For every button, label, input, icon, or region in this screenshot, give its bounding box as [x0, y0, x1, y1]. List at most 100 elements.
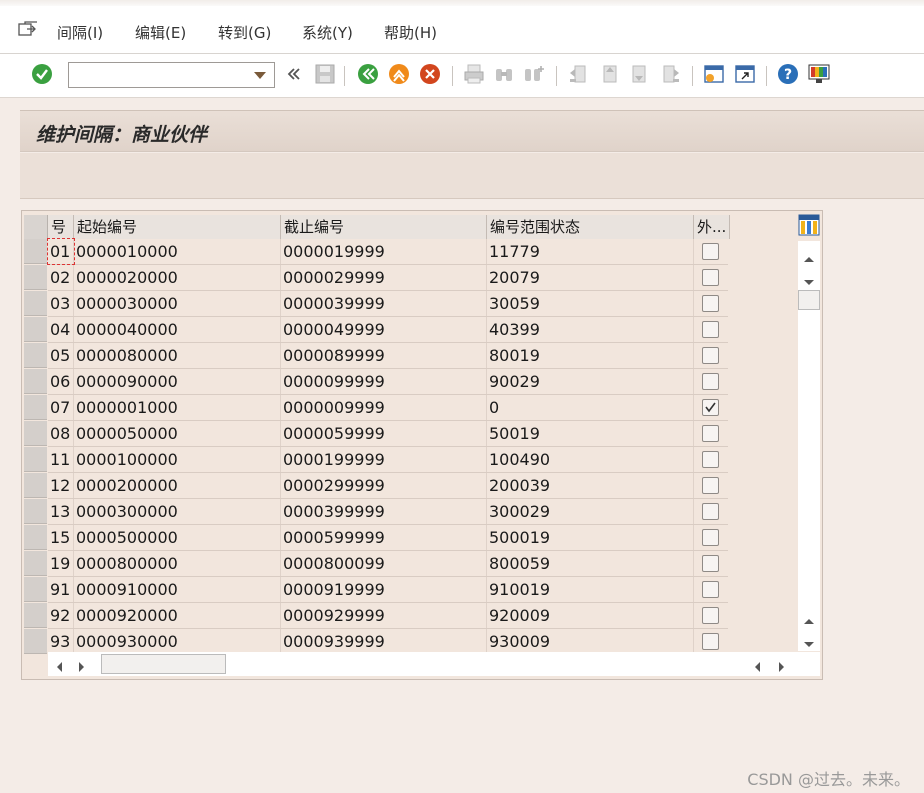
- menu-item-interval[interactable]: 间隔(I): [57, 22, 103, 43]
- row-selector[interactable]: [24, 317, 47, 342]
- cell-status[interactable]: 0: [487, 395, 694, 420]
- row-selector[interactable]: [24, 395, 47, 420]
- cell-no[interactable]: 91: [48, 577, 74, 602]
- cell-from[interactable]: 0000001000: [74, 395, 281, 420]
- cell-to[interactable]: 0000399999: [281, 499, 487, 524]
- last-page-icon[interactable]: [659, 62, 683, 86]
- scroll-page-up-icon[interactable]: [803, 611, 815, 629]
- cell-status[interactable]: 200039: [487, 473, 694, 498]
- column-header-status[interactable]: 编号范围状态: [487, 215, 694, 239]
- external-checkbox[interactable]: [702, 321, 719, 338]
- column-header-external[interactable]: 外...: [694, 215, 730, 239]
- row-selector[interactable]: [24, 473, 47, 498]
- cell-status[interactable]: 90029: [487, 369, 694, 394]
- cell-status[interactable]: 40399: [487, 317, 694, 342]
- row-selector[interactable]: [24, 603, 47, 628]
- scroll-page-down-icon[interactable]: [803, 635, 815, 653]
- cell-to[interactable]: 0000039999: [281, 291, 487, 316]
- column-header-from[interactable]: 起始编号: [74, 215, 281, 239]
- row-selector[interactable]: [24, 369, 47, 394]
- row-selector[interactable]: [24, 291, 47, 316]
- cell-to[interactable]: 0000019999: [281, 239, 487, 264]
- help-icon[interactable]: ?: [776, 62, 800, 86]
- create-session-icon[interactable]: [702, 62, 726, 86]
- scroll-right-icon[interactable]: [778, 659, 786, 677]
- command-field[interactable]: [68, 62, 275, 88]
- cell-no[interactable]: 19: [48, 551, 74, 576]
- external-checkbox[interactable]: [702, 555, 719, 572]
- row-selector[interactable]: [24, 629, 47, 654]
- cell-from[interactable]: 0000920000: [74, 603, 281, 628]
- row-selector[interactable]: [24, 421, 47, 446]
- scroll-up-icon[interactable]: [803, 249, 815, 267]
- cell-to[interactable]: 0000089999: [281, 343, 487, 368]
- cell-to[interactable]: 0000939999: [281, 629, 487, 654]
- cell-from[interactable]: 0000800000: [74, 551, 281, 576]
- scroll-left-icon[interactable]: [753, 659, 761, 677]
- scroll-right-icon[interactable]: [78, 659, 86, 677]
- cell-status[interactable]: 50019: [487, 421, 694, 446]
- cell-to[interactable]: 0000929999: [281, 603, 487, 628]
- cell-status[interactable]: 80019: [487, 343, 694, 368]
- cell-no[interactable]: 03: [48, 291, 74, 316]
- external-checkbox[interactable]: [702, 529, 719, 546]
- cell-from[interactable]: 0000300000: [74, 499, 281, 524]
- external-checkbox[interactable]: [702, 373, 719, 390]
- row-selector[interactable]: [24, 551, 47, 576]
- row-selector[interactable]: [24, 447, 47, 472]
- external-checkbox[interactable]: [702, 347, 719, 364]
- chevron-down-icon[interactable]: [254, 72, 266, 79]
- cell-to[interactable]: 0000009999: [281, 395, 487, 420]
- menu-export-icon[interactable]: [18, 21, 38, 37]
- external-checkbox[interactable]: [702, 581, 719, 598]
- cell-from[interactable]: 0000010000: [74, 239, 281, 264]
- menu-item-help[interactable]: 帮助(H): [384, 22, 437, 43]
- cell-from[interactable]: 0000050000: [74, 421, 281, 446]
- back-green-icon[interactable]: [356, 62, 380, 86]
- cell-to[interactable]: 0000800099: [281, 551, 487, 576]
- cell-from[interactable]: 0000930000: [74, 629, 281, 654]
- cell-status[interactable]: 11779: [487, 239, 694, 264]
- row-selector[interactable]: [24, 525, 47, 550]
- external-checkbox[interactable]: [702, 477, 719, 494]
- cell-no[interactable]: 04: [48, 317, 74, 342]
- cell-to[interactable]: 0000919999: [281, 577, 487, 602]
- cell-no[interactable]: 13: [48, 499, 74, 524]
- cell-to[interactable]: 0000059999: [281, 421, 487, 446]
- cell-no[interactable]: 15: [48, 525, 74, 550]
- cell-no[interactable]: 02: [48, 265, 74, 290]
- collapse-icon[interactable]: [282, 62, 306, 86]
- cell-status[interactable]: 30059: [487, 291, 694, 316]
- external-checkbox[interactable]: [702, 503, 719, 520]
- cell-from[interactable]: 0000200000: [74, 473, 281, 498]
- cell-status[interactable]: 910019: [487, 577, 694, 602]
- external-checkbox[interactable]: [702, 399, 719, 416]
- column-header-to[interactable]: 截止编号: [281, 215, 487, 239]
- row-selector[interactable]: [24, 239, 47, 264]
- external-checkbox[interactable]: [702, 451, 719, 468]
- cell-status[interactable]: 500019: [487, 525, 694, 550]
- cell-to[interactable]: 0000599999: [281, 525, 487, 550]
- column-header-no[interactable]: 号: [48, 215, 74, 239]
- row-selector[interactable]: [24, 265, 47, 290]
- cell-no[interactable]: 12: [48, 473, 74, 498]
- cell-no[interactable]: 05: [48, 343, 74, 368]
- cell-from[interactable]: 0000040000: [74, 317, 281, 342]
- cell-from[interactable]: 0000080000: [74, 343, 281, 368]
- layout-icon[interactable]: [807, 62, 831, 86]
- cell-status[interactable]: 100490: [487, 447, 694, 472]
- external-checkbox[interactable]: [702, 295, 719, 312]
- cell-to[interactable]: 0000099999: [281, 369, 487, 394]
- row-selector[interactable]: [24, 577, 47, 602]
- horizontal-scrollbar[interactable]: [48, 652, 820, 676]
- cell-status[interactable]: 930009: [487, 629, 694, 654]
- select-all-button[interactable]: [24, 215, 48, 239]
- cell-to[interactable]: 0000199999: [281, 447, 487, 472]
- scroll-left-icon[interactable]: [55, 659, 63, 677]
- cell-from[interactable]: 0000090000: [74, 369, 281, 394]
- cell-no[interactable]: 93: [48, 629, 74, 654]
- save-icon[interactable]: [313, 62, 337, 86]
- external-checkbox[interactable]: [702, 607, 719, 624]
- cell-status[interactable]: 300029: [487, 499, 694, 524]
- external-checkbox[interactable]: [702, 269, 719, 286]
